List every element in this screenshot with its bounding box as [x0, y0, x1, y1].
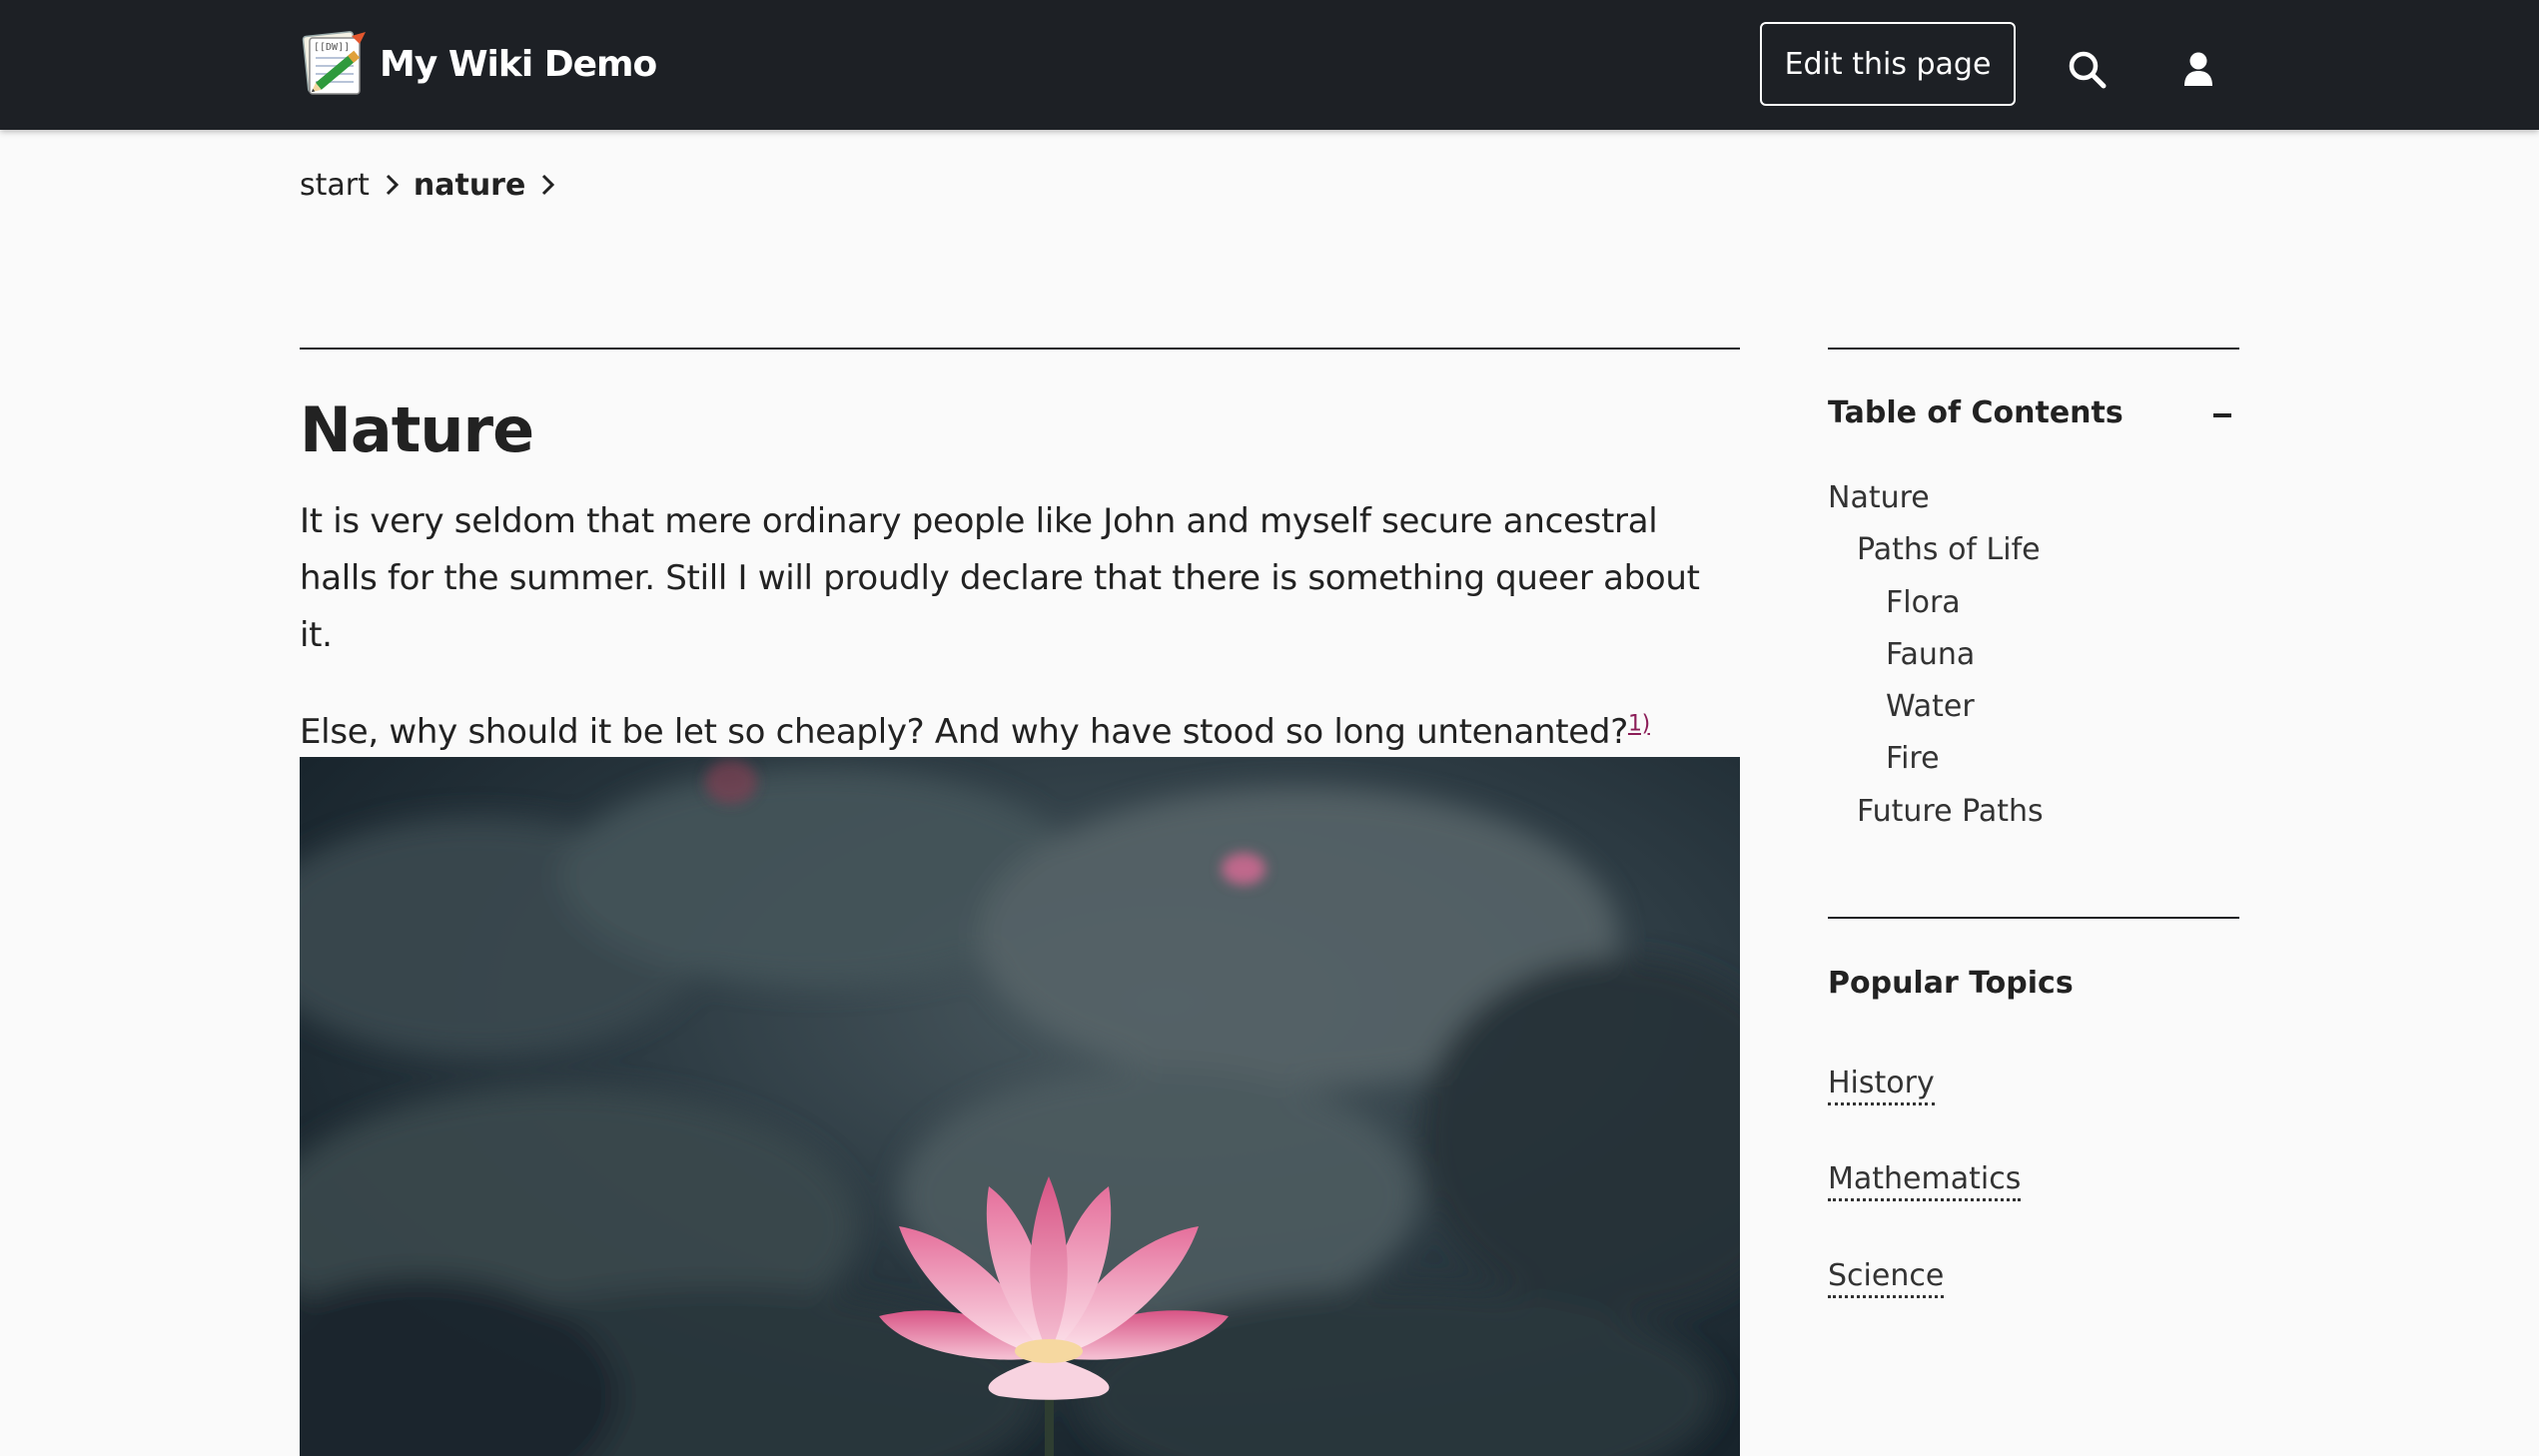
popular-link-history[interactable]: History: [1828, 1065, 1935, 1105]
toc-item-fauna[interactable]: Fauna: [1886, 635, 1975, 675]
breadcrumb-start-link[interactable]: start: [300, 168, 370, 203]
search-button[interactable]: [2062, 44, 2114, 96]
toc-item-paths-of-life[interactable]: Paths of Life: [1857, 530, 2041, 570]
toc-item-future-paths[interactable]: Future Paths: [1857, 792, 2044, 832]
svg-text:[[DW]]: [[DW]]: [314, 42, 350, 53]
footnote-link[interactable]: 1): [1628, 712, 1650, 737]
user-icon: [2184, 52, 2212, 86]
sidebar-divider: [1828, 348, 2239, 350]
toc-item-fire[interactable]: Fire: [1886, 739, 1940, 779]
wiki-logo-icon: [[DW]]: [302, 31, 366, 95]
breadcrumb: start nature: [300, 162, 569, 208]
toc-item-water[interactable]: Water: [1886, 687, 1975, 727]
lotus-photo: [300, 757, 1740, 1456]
article-paragraph: Else, why should it be let so cheaply? A…: [300, 704, 1740, 761]
article-paragraph: It is very seldom that mere ordinary peo…: [300, 501, 1700, 655]
user-menu-button[interactable]: [2173, 44, 2223, 94]
article-content: Nature It is very seldom that mere ordin…: [300, 348, 1740, 761]
search-icon: [2069, 51, 2107, 89]
sidebar-divider: [1828, 917, 2239, 919]
chevron-right-icon: [542, 174, 555, 196]
popular-link-science[interactable]: Science: [1828, 1257, 1945, 1298]
edit-page-button[interactable]: Edit this page: [1760, 22, 2016, 106]
top-navbar: [[DW]] My Wiki Demo Edit this page: [0, 0, 2539, 130]
site-name: My Wiki Demo: [380, 43, 657, 85]
toc-item-nature[interactable]: Nature: [1828, 478, 1930, 518]
popular-topics-title: Popular Topics: [1828, 966, 2074, 1001]
popular-link-mathematics[interactable]: Mathematics: [1828, 1160, 2022, 1201]
toc-title: Table of Contents: [1828, 395, 2123, 430]
page-title: Nature: [300, 393, 534, 466]
chevron-right-icon: [386, 174, 399, 196]
breadcrumb-current: nature: [413, 167, 526, 203]
content-divider: [300, 348, 1740, 350]
paragraph-text: Else, why should it be let so cheaply? A…: [300, 712, 1628, 752]
lotus-flower-image: [300, 757, 1740, 1456]
site-home-link[interactable]: [[DW]] My Wiki Demo: [300, 26, 657, 102]
collapse-icon[interactable]: [2213, 413, 2231, 417]
toc-item-flora[interactable]: Flora: [1886, 583, 1961, 623]
